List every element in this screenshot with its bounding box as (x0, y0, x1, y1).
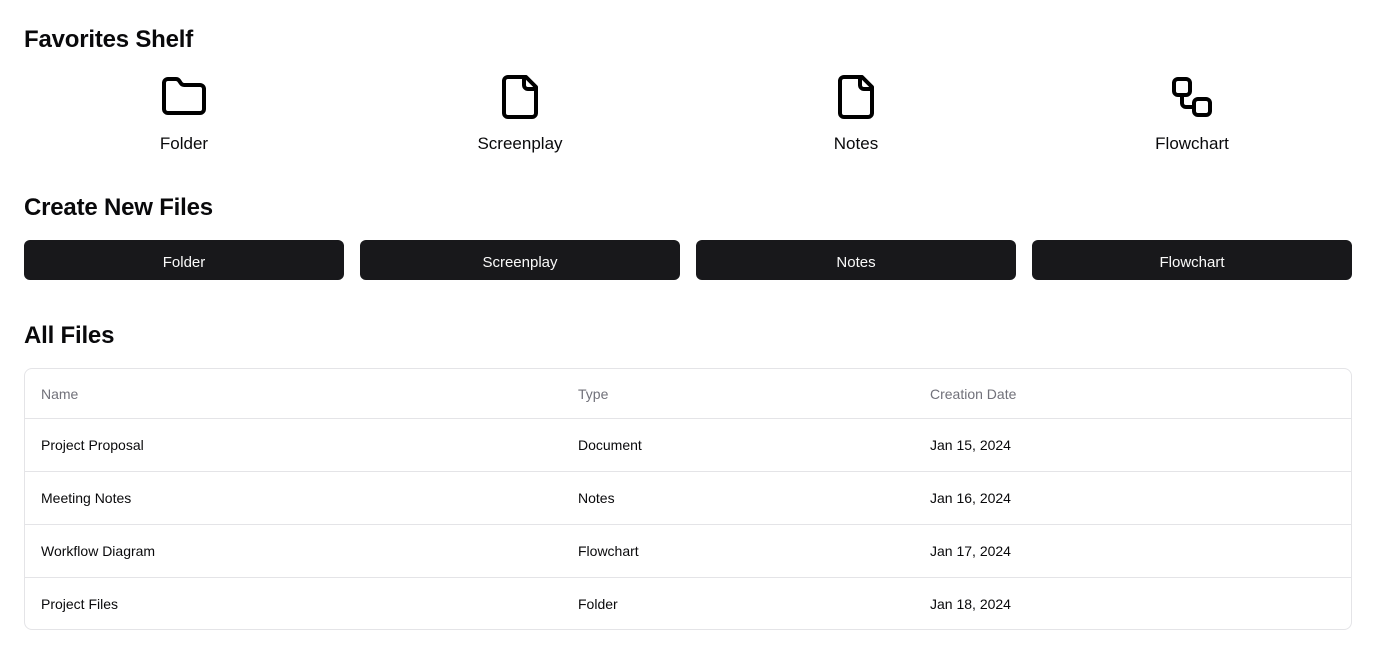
favorite-label: Notes (833, 134, 879, 153)
column-header-name: Name (41, 386, 79, 403)
file-date: Jan 15, 2024 (930, 436, 1011, 453)
column-header-type: Type (578, 386, 609, 403)
workflow-icon (1167, 70, 1217, 124)
files-table-container: Name Type Creation Date Project Proposal… (24, 368, 1352, 630)
all-files-title: All Files (24, 322, 115, 349)
file-name: Project Proposal (41, 436, 144, 453)
favorite-screenplay[interactable]: Screenplay (352, 70, 688, 160)
table-row[interactable]: Meeting Notes Notes Jan 16, 2024 (25, 471, 1351, 524)
page: Favorites Shelf Folder Screenplay Notes … (0, 0, 1376, 654)
favorite-label: Flowchart (1155, 134, 1229, 153)
file-date: Jan 18, 2024 (930, 595, 1011, 612)
file-icon (831, 70, 881, 124)
file-icon (495, 70, 545, 124)
column-header-date: Creation Date (930, 386, 1017, 403)
file-type: Document (578, 436, 642, 453)
table-row[interactable]: Project Files Folder Jan 18, 2024 (25, 577, 1351, 629)
favorites-shelf: Folder Screenplay Notes Flowchart (16, 70, 1360, 160)
file-name: Workflow Diagram (41, 542, 156, 559)
file-type: Flowchart (578, 542, 639, 559)
file-name: Meeting Notes (41, 489, 132, 506)
create-folder-button[interactable]: Folder (24, 240, 344, 280)
table-row[interactable]: Workflow Diagram Flowchart Jan 17, 2024 (25, 524, 1351, 577)
files-table: Name Type Creation Date Project Proposal… (25, 369, 1351, 629)
create-buttons: Folder Screenplay Notes Flowchart (24, 240, 1352, 280)
table-row[interactable]: Project Proposal Document Jan 15, 2024 (25, 418, 1351, 471)
favorite-label: Folder (159, 134, 209, 153)
file-type: Folder (578, 595, 618, 612)
favorite-folder[interactable]: Folder (16, 70, 352, 160)
file-name: Project Files (41, 595, 119, 612)
folder-icon (159, 70, 209, 124)
file-date: Jan 16, 2024 (930, 489, 1011, 506)
file-type: Notes (578, 489, 615, 506)
create-flowchart-button[interactable]: Flowchart (1032, 240, 1352, 280)
create-notes-button[interactable]: Notes (696, 240, 1016, 280)
create-title: Create New Files (24, 194, 213, 221)
table-header-row: Name Type Creation Date (25, 369, 1351, 418)
favorite-label: Screenplay (477, 134, 563, 153)
favorite-notes[interactable]: Notes (688, 70, 1024, 160)
create-screenplay-button[interactable]: Screenplay (360, 240, 680, 280)
favorite-flowchart[interactable]: Flowchart (1024, 70, 1360, 160)
favorites-title: Favorites Shelf (24, 26, 194, 53)
file-date: Jan 17, 2024 (930, 542, 1011, 559)
